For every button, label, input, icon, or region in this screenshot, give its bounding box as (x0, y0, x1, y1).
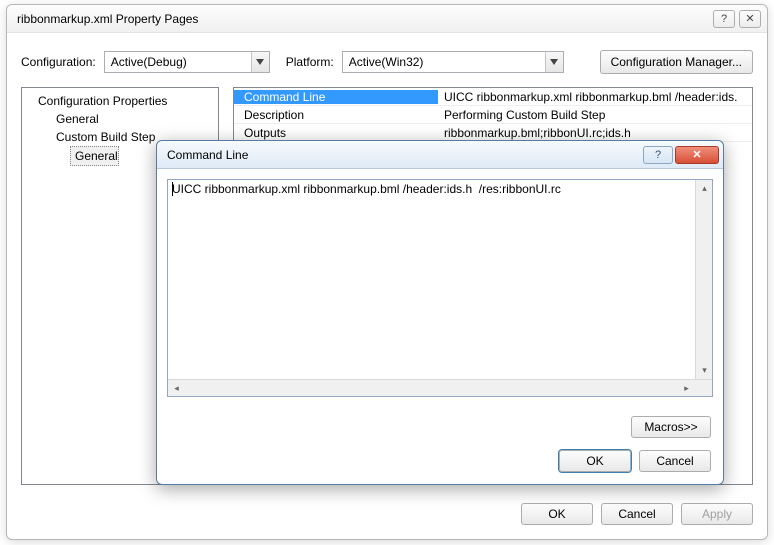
chevron-down-icon (251, 52, 269, 72)
scrollbar-vertical[interactable]: ▴ ▾ (695, 180, 712, 379)
grid-value: Performing Custom Build Step (438, 108, 605, 122)
configuration-row: Configuration: Active(Debug) Platform: A… (21, 49, 753, 75)
configuration-combo[interactable]: Active(Debug) (104, 51, 270, 73)
grid-value: UICC ribbonmarkup.xml ribbonmarkup.bml /… (438, 90, 737, 104)
dialog-cancel-button[interactable]: Cancel (639, 450, 711, 472)
help-button[interactable]: ? (713, 10, 735, 28)
scroll-left-icon[interactable]: ◂ (168, 380, 185, 397)
dialog-titlebar[interactable]: Command Line ? ✕ (157, 141, 723, 169)
grid-label: Command Line (234, 90, 438, 104)
scroll-down-icon[interactable]: ▾ (696, 362, 713, 379)
dialog-ok-button[interactable]: OK (559, 450, 631, 472)
outer-footer: OK Cancel Apply (521, 503, 753, 525)
platform-combo[interactable]: Active(Win32) (342, 51, 564, 73)
configuration-manager-button[interactable]: Configuration Manager... (600, 50, 753, 74)
command-line-textarea[interactable]: UICC ribbonmarkup.xml ribbonmarkup.bml /… (167, 179, 713, 397)
ok-button[interactable]: OK (521, 503, 593, 525)
textarea-text: UICC ribbonmarkup.xml ribbonmarkup.bml /… (172, 182, 692, 376)
command-line-dialog: Command Line ? ✕ UICC ribbonmarkup.xml r… (156, 140, 724, 485)
platform-value: Active(Win32) (349, 55, 424, 69)
cancel-button[interactable]: Cancel (601, 503, 673, 525)
apply-button[interactable]: Apply (681, 503, 753, 525)
configuration-label: Configuration: (21, 55, 96, 69)
tree-item-general-leaf[interactable]: General (70, 146, 119, 166)
grid-row-description[interactable]: Description Performing Custom Build Step (234, 106, 752, 124)
help-icon: ? (721, 13, 727, 25)
dialog-help-button[interactable]: ? (643, 146, 673, 164)
chevron-down-icon (545, 52, 563, 72)
grid-row-command-line[interactable]: Command Line UICC ribbonmarkup.xml ribbo… (234, 88, 752, 106)
close-icon: ✕ (692, 148, 701, 161)
scroll-up-icon[interactable]: ▴ (696, 180, 713, 197)
tree-root[interactable]: Configuration Properties (22, 92, 218, 110)
dialog-content: UICC ribbonmarkup.xml ribbonmarkup.bml /… (157, 169, 723, 407)
scrollbar-horizontal[interactable]: ◂ ▸ (168, 379, 712, 396)
grid-value: ribbonmarkup.bml;ribbonUI.rc;ids.h (438, 126, 631, 140)
scroll-right-icon[interactable]: ▸ (678, 380, 695, 397)
window-title: ribbonmarkup.xml Property Pages (17, 12, 709, 26)
grid-label: Description (234, 108, 438, 122)
grid-label: Outputs (234, 126, 438, 140)
dialog-title: Command Line (167, 148, 641, 162)
close-button[interactable]: ✕ (739, 10, 761, 28)
configuration-value: Active(Debug) (111, 55, 187, 69)
tree-item-general[interactable]: General (22, 110, 218, 128)
close-icon: ✕ (745, 12, 754, 25)
macros-button[interactable]: Macros>> (631, 416, 711, 438)
dialog-footer: Macros>> OK Cancel (559, 416, 711, 472)
platform-label: Platform: (286, 55, 334, 69)
dialog-close-button[interactable]: ✕ (675, 146, 719, 164)
textarea-value: UICC ribbonmarkup.xml ribbonmarkup.bml /… (172, 182, 561, 196)
help-icon: ? (655, 149, 661, 161)
titlebar[interactable]: ribbonmarkup.xml Property Pages ? ✕ (7, 5, 767, 33)
